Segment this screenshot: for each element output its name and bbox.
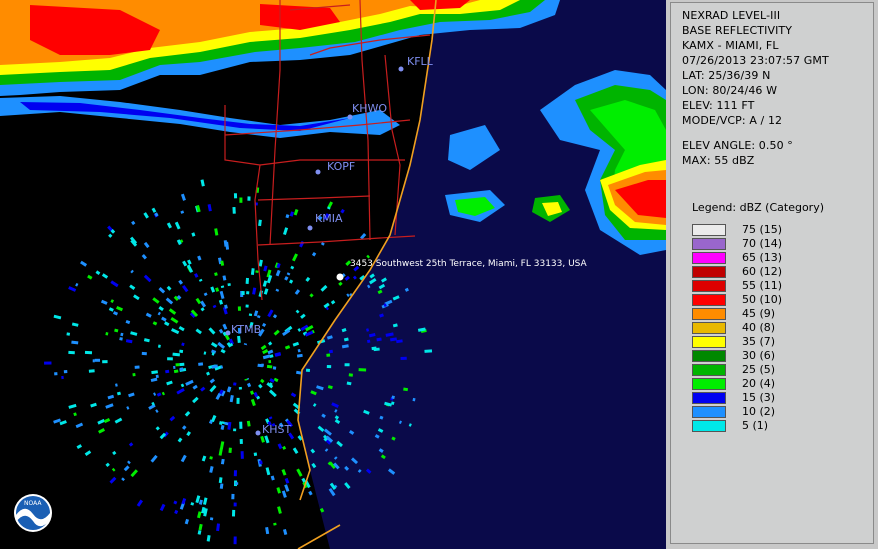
legend-label: 35 (7) bbox=[742, 335, 776, 348]
station-dot-kfll bbox=[398, 66, 404, 72]
legend-swatch bbox=[692, 350, 726, 362]
legend-swatch bbox=[692, 224, 726, 236]
legend-title: Legend: dBZ (Category) bbox=[692, 201, 824, 214]
legend-swatch bbox=[692, 420, 726, 432]
station-label-khst: KHST bbox=[262, 423, 292, 436]
legend-swatch bbox=[692, 266, 726, 278]
legend-label: 40 (8) bbox=[742, 321, 776, 334]
station-dot-kopf bbox=[315, 169, 321, 175]
station-label-khwo: KHWO bbox=[352, 102, 388, 115]
legend-swatch bbox=[692, 336, 726, 348]
legend-label: 65 (13) bbox=[742, 251, 783, 264]
legend-label: 20 (4) bbox=[742, 377, 776, 390]
product-line1: NEXRAD LEVEL-III bbox=[682, 9, 781, 22]
latitude: LAT: 25/36/39 N bbox=[682, 69, 771, 82]
noaa-logo-text: NOAA bbox=[24, 500, 42, 507]
legend-label: 10 (2) bbox=[742, 405, 776, 418]
legend-label: 75 (15) bbox=[742, 223, 783, 236]
legend-swatch bbox=[692, 294, 726, 306]
legend-label: 45 (9) bbox=[742, 307, 776, 320]
legend-label: 15 (3) bbox=[742, 391, 776, 404]
station-dot-khst bbox=[255, 430, 261, 436]
legend-swatch bbox=[692, 322, 726, 334]
station-label-ktmb: KTMB bbox=[231, 323, 262, 336]
location-marker bbox=[336, 273, 344, 281]
legend-label: 70 (14) bbox=[742, 237, 783, 250]
station-label-kfll: KFLL bbox=[407, 55, 433, 68]
max-dbz: MAX: 55 dBZ bbox=[682, 154, 755, 167]
radar-canvas bbox=[0, 0, 666, 549]
elevation: ELEV: 111 FT bbox=[682, 99, 755, 112]
address-label: 3453 Southwest 25th Terrace, Miami, FL 3… bbox=[350, 259, 587, 269]
legend-label: 25 (5) bbox=[742, 363, 776, 376]
legend-swatch bbox=[692, 280, 726, 292]
station-label-kopf: KOPF bbox=[327, 160, 356, 173]
legend-swatch bbox=[692, 392, 726, 404]
legend-label: 60 (12) bbox=[742, 265, 783, 278]
radar-station: KAMX - MIAMI, FL bbox=[682, 39, 779, 52]
legend-label: 55 (11) bbox=[742, 279, 783, 292]
station-dot-kmia bbox=[307, 225, 313, 231]
station-dot-khwo bbox=[347, 114, 353, 120]
station-dot-ktmb bbox=[225, 330, 231, 336]
legend-swatch bbox=[692, 406, 726, 418]
station-label-kmia: KMIA bbox=[315, 212, 343, 225]
legend-swatch bbox=[692, 238, 726, 250]
legend-swatch bbox=[692, 252, 726, 264]
legend-swatch bbox=[692, 378, 726, 390]
legend-label: 50 (10) bbox=[742, 293, 783, 306]
elevation-angle: ELEV ANGLE: 0.50 ° bbox=[682, 139, 793, 152]
radar-map[interactable]: KFLL KHWO KOPF KMIA KTMB KHST 3453 South… bbox=[0, 0, 666, 549]
info-panel: NEXRAD LEVEL-III BASE REFLECTIVITY KAMX … bbox=[670, 2, 874, 544]
scan-datetime: 07/26/2013 23:07:57 GMT bbox=[682, 54, 829, 67]
longitude: LON: 80/24/46 W bbox=[682, 84, 778, 97]
legend-label: 30 (6) bbox=[742, 349, 776, 362]
mode-vcp: MODE/VCP: A / 12 bbox=[682, 114, 783, 127]
product-line2: BASE REFLECTIVITY bbox=[682, 24, 793, 37]
legend-swatch bbox=[692, 308, 726, 320]
legend-label: 5 (1) bbox=[742, 419, 769, 432]
legend-swatch bbox=[692, 364, 726, 376]
